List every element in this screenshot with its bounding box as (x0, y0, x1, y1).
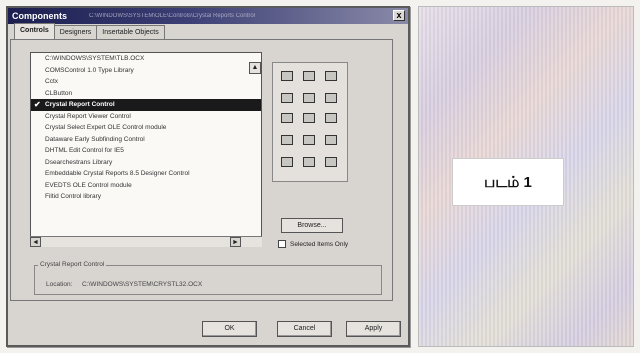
control-tool-icon (281, 113, 293, 123)
control-tool-icon (281, 135, 293, 145)
control-tool-icon (325, 93, 337, 103)
control-tool-icon (303, 135, 315, 145)
list-item[interactable]: Filtid Control library (31, 191, 261, 203)
component-list[interactable]: C:\WINDOWS\SYSTEM\TLB.OCX COMSControl 1.0… (30, 52, 262, 247)
list-item[interactable]: CLButton (31, 88, 261, 100)
list-item[interactable]: COMSControl 1.0 Type Library (31, 65, 261, 77)
list-item-label: Cctx (45, 78, 58, 85)
list-item[interactable]: Cctx (31, 76, 261, 88)
list-item-label: C:\WINDOWS\SYSTEM\TLB.OCX (45, 55, 145, 62)
control-tool-icon (281, 71, 293, 81)
dialog-title: Components (12, 11, 67, 21)
control-tool-icon (303, 71, 315, 81)
list-item-label: Embeddable Crystal Reports 8.5 Designer … (45, 170, 190, 177)
list-item[interactable]: Crystal Select Expert OLE Control module (31, 122, 261, 134)
ok-button[interactable]: OK (202, 321, 257, 337)
list-item[interactable]: Embeddable Crystal Reports 8.5 Designer … (31, 168, 261, 180)
list-item[interactable]: Crystal Report Viewer Control (31, 111, 261, 123)
selected-items-only-checkbox[interactable] (278, 240, 286, 248)
list-item-label: Crystal Select Expert OLE Control module (45, 124, 167, 131)
list-item[interactable]: Dsearchestrans Library (31, 157, 261, 169)
control-tool-icon (303, 93, 315, 103)
component-info-group (34, 265, 382, 295)
list-item-label: Crystal Report Viewer Control (45, 112, 131, 120)
tab-designers[interactable]: Designers (53, 25, 98, 39)
horizontal-scrollbar[interactable]: ◄ ► (30, 236, 262, 247)
apply-button[interactable]: Apply (346, 321, 401, 337)
close-button[interactable]: x (393, 10, 405, 21)
toolbox-preview (272, 62, 348, 182)
scroll-left-arrow-icon[interactable]: ◄ (30, 237, 41, 247)
selected-items-only-option[interactable]: Selected Items Only (278, 240, 348, 248)
control-tool-icon (281, 93, 293, 103)
list-item-label: Dsearchestrans Library (45, 158, 113, 166)
tab-controls[interactable]: Controls (14, 23, 55, 39)
control-tool-icon (325, 135, 337, 145)
control-tool-icon (325, 157, 337, 167)
location-path: C:\WINDOWS\SYSTEM\CRYSTL32.OCX (82, 281, 203, 288)
control-tool-icon (325, 113, 337, 123)
control-tool-icon (303, 157, 315, 167)
scroll-right-arrow-icon[interactable]: ► (230, 237, 241, 247)
location-label: Location: (46, 281, 73, 288)
scroll-up-arrow-icon[interactable]: ▲ (249, 62, 261, 74)
list-item-label: CLButton (45, 89, 73, 97)
title-bar[interactable]: Components C:\WINDOWS\SYSTEM\OLE\Control… (8, 8, 408, 24)
control-tool-icon (303, 113, 315, 123)
list-item-label: Dataware Early Subfinding Control (45, 135, 145, 143)
cancel-button[interactable]: Cancel (277, 321, 332, 337)
checkmark-icon: ✔ (34, 100, 41, 109)
list-item[interactable]: C:\WINDOWS\SYSTEM\TLB.OCX (31, 53, 261, 65)
selected-items-only-label: Selected Items Only (290, 240, 349, 248)
close-icon: x (396, 10, 402, 20)
list-item-label: COMSControl 1.0 Type Library (45, 66, 134, 74)
control-tool-icon (325, 71, 337, 81)
tab-strip: Controls Designers Insertable Objects (14, 23, 165, 39)
list-item-label: EVEDTS OLE Control module (45, 181, 132, 189)
list-item[interactable]: ✔ Crystal Report Control (31, 99, 261, 111)
list-item[interactable]: Dataware Early Subfinding Control (31, 134, 261, 146)
component-info-name: Crystal Report Control (38, 261, 107, 268)
list-item-label: Crystal Report Control (45, 101, 115, 108)
list-item-label: Filtid Control library (45, 193, 101, 200)
tab-insertable-objects[interactable]: Insertable Objects (96, 25, 165, 39)
list-item[interactable]: DHTML Edit Control for IE5 (31, 145, 261, 157)
list-item[interactable]: EVEDTS OLE Control module (31, 180, 261, 192)
list-item-label: DHTML Edit Control for IE5 (45, 147, 124, 154)
control-tool-icon (281, 157, 293, 167)
browse-button[interactable]: Browse... (281, 218, 343, 233)
title-path: C:\WINDOWS\SYSTEM\OLE\Controls\Crystal R… (89, 13, 256, 19)
figure-caption: படம் 1 (452, 158, 564, 206)
